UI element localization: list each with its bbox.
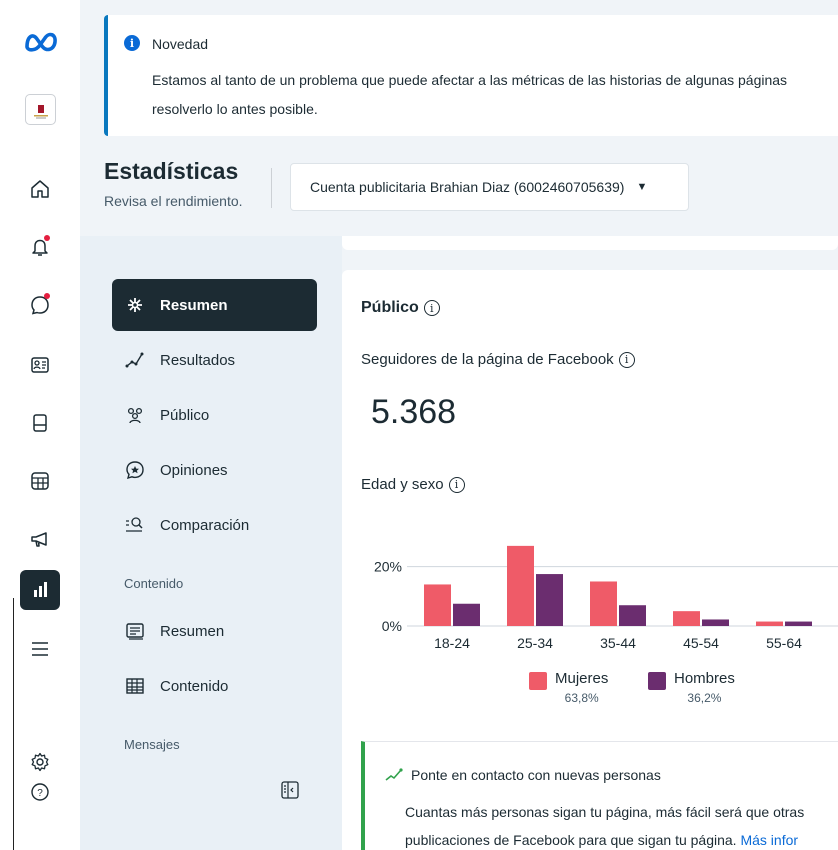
notice-line-1: Estamos al tanto de un problema que pued… (152, 72, 788, 88)
growth-icon (385, 768, 403, 781)
notice-banner: i Novedad Estamos al tanto de un problem… (104, 15, 838, 136)
y-tick-label: 20% (374, 559, 402, 575)
bar-mujeres (590, 581, 617, 626)
page-title: Estadísticas (104, 158, 239, 184)
legend-percent: 36,2% (687, 691, 722, 705)
tip-title: Ponte en contacto con nuevas personas (385, 767, 661, 783)
subnav-label: Resultados (160, 351, 236, 369)
previous-card-bottom (342, 236, 838, 250)
compare-search-icon (124, 514, 146, 536)
bar-mujeres (756, 621, 783, 626)
bar-mujeres (424, 584, 451, 626)
learn-more-link[interactable]: Más infor (740, 832, 798, 848)
notice-line-2: resolverlo lo antes posible. (152, 101, 318, 117)
subnav-item-publico[interactable]: Público (112, 389, 317, 441)
followers-label: Seguidores de la página de Facebook i (361, 351, 635, 368)
content-table-icon (124, 675, 146, 697)
insights-icon[interactable] (20, 570, 60, 610)
bar-mujeres (673, 611, 700, 626)
rail-divider (0, 598, 14, 850)
sparkle-icon (124, 294, 146, 316)
x-tick-label: 35-44 (600, 635, 636, 651)
legend-percent: 63,8% (564, 691, 599, 705)
tip-line-2-text: publicaciones de Facebook para que sigan… (405, 832, 737, 848)
meta-logo-icon[interactable] (24, 30, 60, 52)
followers-count: 5.368 (371, 393, 457, 431)
audience-heading-text: Público (361, 299, 419, 316)
people-icon (124, 404, 146, 426)
notice-title: Novedad (152, 36, 209, 52)
tip-card: Ponte en contacto con nuevas personas Cu… (361, 741, 838, 850)
subnav-item-contenido-resumen[interactable]: Resumen (112, 605, 317, 657)
contacts-icon[interactable] (23, 348, 57, 382)
y-tick-label: 0% (382, 618, 402, 634)
subnav-label: Resumen (160, 622, 225, 640)
trend-icon (124, 349, 146, 371)
age-sex-label: Edad y sexo i (361, 476, 465, 493)
messages-dot (44, 293, 50, 299)
x-tick-label: 55-64 (766, 635, 802, 651)
audience-heading: Público i (361, 299, 440, 317)
legend-mujeres: Mujeres 63,8% (529, 670, 608, 705)
legend-label: Mujeres (555, 670, 609, 687)
bar-mujeres (507, 545, 534, 626)
megaphone-icon[interactable] (23, 522, 57, 556)
caret-down-icon: ▼ (636, 181, 648, 193)
bar-hombres (702, 619, 729, 626)
content-summary-icon (124, 620, 146, 642)
legend-swatch-mujeres (529, 672, 547, 690)
notice-body: Estamos al tanto de un problema que pued… (152, 66, 838, 124)
tip-line-2: publicaciones de Facebook para que sigan… (405, 826, 838, 850)
page-avatar[interactable] (25, 94, 56, 125)
legend-swatch-hombres (648, 672, 666, 690)
bar-hombres (785, 621, 812, 626)
header-divider (271, 168, 272, 208)
age-sex-label-text: Edad y sexo (361, 476, 444, 493)
subnav-label: Comparación (160, 516, 250, 534)
bar-hombres (619, 605, 646, 626)
collapse-panel-icon[interactable] (280, 780, 300, 800)
menu-icon[interactable] (23, 632, 57, 666)
subnav-item-comparacion[interactable]: Comparación (112, 499, 317, 551)
subnav-item-resultados[interactable]: Resultados (112, 334, 317, 386)
bar-hombres (536, 574, 563, 626)
info-icon: i (124, 35, 140, 51)
subnav-item-contenido[interactable]: Contenido (112, 660, 317, 712)
subnav-label: Contenido (160, 677, 229, 695)
ad-account-label: Cuenta publicitaria Brahian Diaz (600246… (310, 179, 625, 195)
info-icon[interactable]: i (618, 351, 635, 368)
info-icon[interactable]: i (423, 300, 440, 316)
tip-title-text: Ponte en contacto con nuevas personas (411, 767, 661, 783)
messages-icon[interactable] (23, 288, 57, 322)
legend-hombres: Hombres 36,2% (648, 670, 735, 705)
bar-hombres (453, 603, 480, 626)
notifications-icon[interactable] (23, 230, 57, 264)
followers-label-text: Seguidores de la página de Facebook (361, 351, 614, 368)
x-tick-label: 45-54 (683, 635, 719, 651)
home-icon[interactable] (23, 172, 57, 206)
subnav-section-contenido: Contenido (124, 576, 184, 591)
table-icon[interactable] (23, 464, 57, 498)
ad-account-selector[interactable]: Cuenta publicitaria Brahian Diaz (600246… (290, 163, 689, 211)
subnav-item-resumen[interactable]: Resumen (112, 279, 317, 331)
x-tick-label: 18-24 (434, 635, 470, 651)
legend-label: Hombres (674, 670, 735, 687)
settings-icon[interactable] (23, 745, 57, 779)
notification-dot (44, 235, 50, 241)
subnav-section-mensajes: Mensajes (124, 737, 180, 752)
page-subtitle: Revisa el rendimiento. (104, 193, 243, 209)
pages-icon[interactable] (23, 406, 57, 440)
tip-line-1: Cuantas más personas sigan tu página, má… (405, 804, 805, 820)
tip-body: Cuantas más personas sigan tu página, má… (405, 798, 838, 850)
subnav-label: Público (160, 406, 210, 424)
review-star-icon (124, 459, 146, 481)
subnav-label: Resumen (160, 296, 228, 314)
info-icon[interactable]: i (448, 476, 465, 493)
svg-text:?: ? (37, 788, 43, 799)
x-tick-label: 25-34 (517, 635, 553, 651)
subnav-label: Opiniones (160, 461, 228, 479)
help-icon[interactable]: ? (23, 775, 57, 809)
subnav-item-opiniones[interactable]: Opiniones (112, 444, 317, 496)
